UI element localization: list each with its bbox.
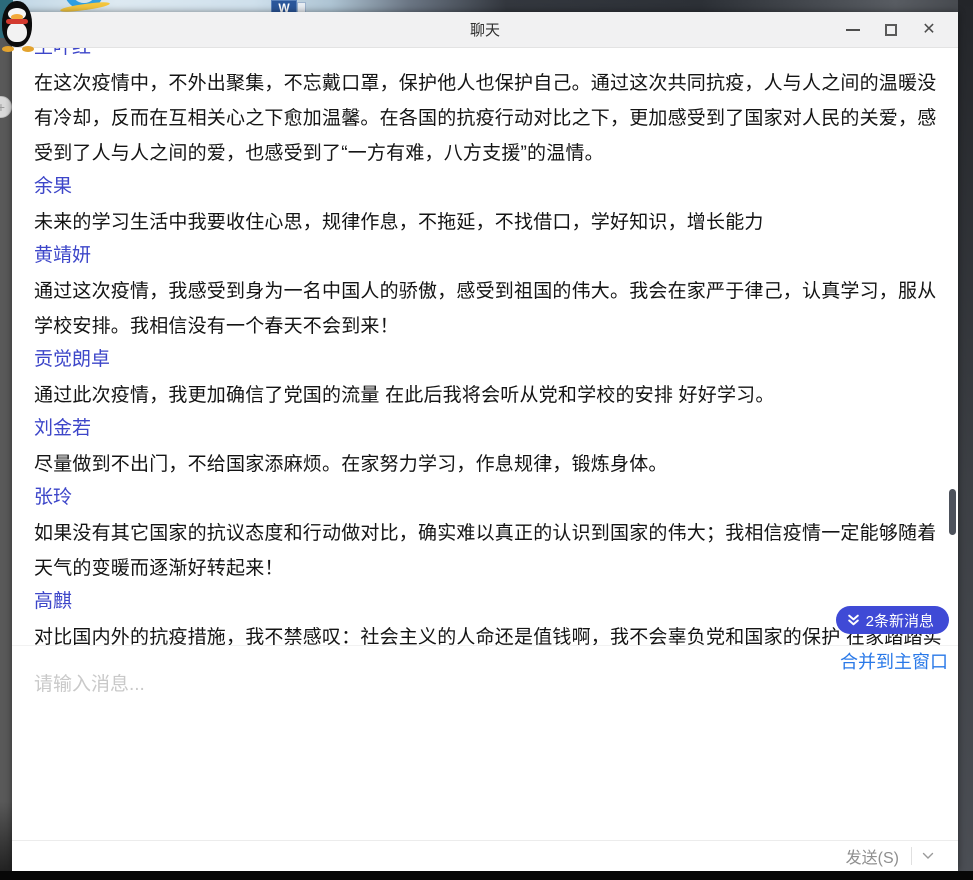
- message-text: 在这次疫情中，不外出聚集，不忘戴口罩，保护他人也保护自己。通过这次共同抗疫，人与…: [34, 66, 945, 171]
- qq-penguin-foot: [2, 46, 14, 52]
- chat-message: 王叶红 在这次疫情中，不外出聚集，不忘戴口罩，保护他人也保护自己。通过这次共同抗…: [34, 48, 945, 171]
- minimize-button[interactable]: [834, 12, 872, 48]
- qq-penguin-foot: [22, 46, 34, 52]
- send-options-button[interactable]: [912, 852, 940, 860]
- sender-name[interactable]: 张玲: [34, 488, 945, 508]
- input-area: 合并到主窗口 请输入消息... 发送(S): [12, 645, 958, 871]
- new-messages-button[interactable]: 2条新消息: [836, 606, 949, 634]
- chat-message: 刘金若 尽量做到不出门，不给国家添麻烦。在家努力学习，作息规律，锻炼身体。: [34, 419, 945, 482]
- chat-message: 贡觉朗卓 通过此次疫情，我更加确信了党国的流量 在此后我将会听从党和学校的安排 …: [34, 350, 945, 413]
- chat-message: 黄靖妍 通过这次疫情，我感受到身为一名中国人的骄傲，感受到祖国的伟大。我会在家严…: [34, 246, 945, 344]
- qq-penguin-scarf: [6, 19, 28, 24]
- input-placeholder: 请输入消息...: [34, 674, 145, 695]
- message-text: 尽量做到不出门，不给国家添麻烦。在家努力学习，作息规律，锻炼身体。: [34, 447, 945, 482]
- message-text: 通过此次疫情，我更加确信了党国的流量 在此后我将会听从党和学校的安排 好好学习。: [34, 378, 945, 413]
- maximize-icon: [885, 24, 897, 36]
- qq-penguin-belly: [7, 22, 27, 42]
- sender-name[interactable]: 余果: [34, 177, 945, 197]
- send-row: 发送(S): [12, 840, 958, 871]
- desktop-bottom-edge: [0, 871, 973, 880]
- maximize-button[interactable]: [872, 12, 910, 48]
- scrollbar-thumb[interactable]: [949, 489, 956, 535]
- message-text: 通过这次疫情，我感受到身为一名中国人的骄傲，感受到祖国的伟大。我会在家严于律己，…: [34, 274, 945, 344]
- new-messages-label: 2条新消息: [866, 610, 934, 631]
- close-button[interactable]: ✕: [910, 12, 948, 48]
- send-button[interactable]: 发送(S): [834, 844, 911, 868]
- sender-name[interactable]: 高麒: [34, 592, 945, 612]
- chat-message: 张玲 如果没有其它国家的抗议态度和行动做对比，确实难以真正的认识到国家的伟大；我…: [34, 488, 945, 586]
- chat-message: 余果 未来的学习生活中我要收住心思，规律作息，不拖延，不找借口，学好知识，增长能…: [34, 177, 945, 240]
- sender-name[interactable]: 刘金若: [34, 419, 945, 439]
- window-title: 聊天: [470, 19, 500, 40]
- message-text: 如果没有其它国家的抗议态度和行动做对比，确实难以真正的认识到国家的伟大；我相信疫…: [34, 516, 945, 586]
- chat-history-area: 王叶红 在这次疫情中，不外出聚集，不忘戴口罩，保护他人也保护自己。通过这次共同抗…: [12, 48, 958, 645]
- desktop-right-edge: [958, 0, 973, 871]
- sender-name[interactable]: 贡觉朗卓: [34, 350, 945, 370]
- sender-name[interactable]: 王叶红: [34, 48, 945, 58]
- minimize-icon: [846, 29, 860, 31]
- window-controls: ✕: [834, 12, 948, 48]
- message-input[interactable]: 请输入消息...: [12, 646, 958, 840]
- double-chevron-down-icon: [847, 614, 860, 627]
- qq-penguin-icon[interactable]: [0, 0, 36, 52]
- chat-window: 聊天 ✕ 王叶红 在这次疫情中，不外出聚集，不忘戴口罩，保护他人也保护自己。通过…: [12, 12, 958, 871]
- message-text: 对比国内外的抗疫措施，我不禁感叹：社会主义的人命还是值钱啊，我不会辜负党和国家的…: [34, 620, 945, 645]
- message-text: 未来的学习生活中我要收住心思，规律作息，不拖延，不找借口，学好知识，增长能力: [34, 205, 945, 240]
- sender-name[interactable]: 黄靖妍: [34, 246, 945, 266]
- chat-message: 高麒 对比国内外的抗疫措施，我不禁感叹：社会主义的人命还是值钱啊，我不会辜负党和…: [34, 592, 945, 645]
- titlebar[interactable]: 聊天 ✕: [12, 12, 958, 48]
- chevron-down-icon: [922, 852, 934, 860]
- message-list[interactable]: 王叶红 在这次疫情中，不外出聚集，不忘戴口罩，保护他人也保护自己。通过这次共同抗…: [12, 48, 958, 645]
- close-icon: ✕: [922, 22, 935, 38]
